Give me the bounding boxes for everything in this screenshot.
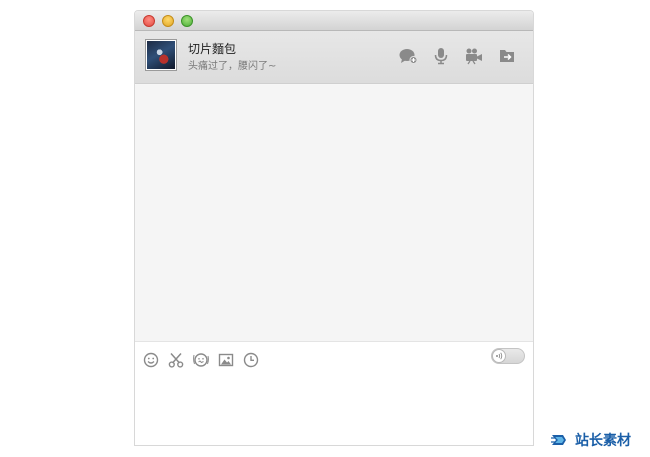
history-button[interactable] — [243, 352, 259, 368]
contact-name[interactable]: 切片麵包 — [188, 40, 236, 57]
message-area[interactable] — [135, 85, 533, 342]
chat-header: 切片麵包 头痛过了，腰闪了~ — [135, 31, 533, 84]
message-input[interactable] — [135, 377, 533, 445]
emoji-button[interactable] — [143, 352, 159, 368]
chat-window: 切片麵包 头痛过了，腰闪了~ — [134, 10, 534, 446]
voice-toggle[interactable] — [491, 348, 525, 364]
smiley-icon — [143, 352, 159, 368]
send-file-button[interactable] — [497, 47, 517, 65]
screenshot-button[interactable] — [168, 352, 184, 368]
avatar-image — [147, 41, 175, 69]
chat-bubble-plus-icon — [399, 49, 418, 64]
folder-arrow-icon — [500, 50, 514, 62]
title-bar[interactable] — [135, 11, 533, 31]
toggle-knob — [492, 349, 506, 363]
minimize-window-button[interactable] — [162, 15, 174, 27]
watermark: 站长素材 — [551, 429, 631, 451]
shake-icon — [193, 353, 209, 367]
image-button[interactable] — [218, 352, 234, 368]
shake-button[interactable] — [193, 352, 209, 368]
sound-wave-icon — [496, 352, 503, 360]
video-call-button[interactable] — [464, 47, 484, 65]
video-camera-icon — [466, 48, 482, 65]
watermark-logo-icon — [551, 435, 566, 445]
microphone-icon — [434, 48, 448, 65]
header-actions — [398, 47, 517, 65]
avatar[interactable] — [145, 39, 177, 71]
image-icon — [218, 353, 234, 367]
watermark-text: 站长素材 — [575, 433, 631, 449]
tool-buttons — [143, 352, 259, 368]
voice-call-button[interactable] — [431, 47, 451, 65]
clock-icon — [243, 352, 259, 368]
close-window-button[interactable] — [143, 15, 155, 27]
contact-status: 头痛过了，腰闪了~ — [188, 61, 277, 72]
zoom-window-button[interactable] — [181, 15, 193, 27]
input-toolbar — [135, 343, 533, 377]
scissors-icon — [168, 352, 184, 368]
chat-bubble-add-button[interactable] — [398, 47, 418, 65]
